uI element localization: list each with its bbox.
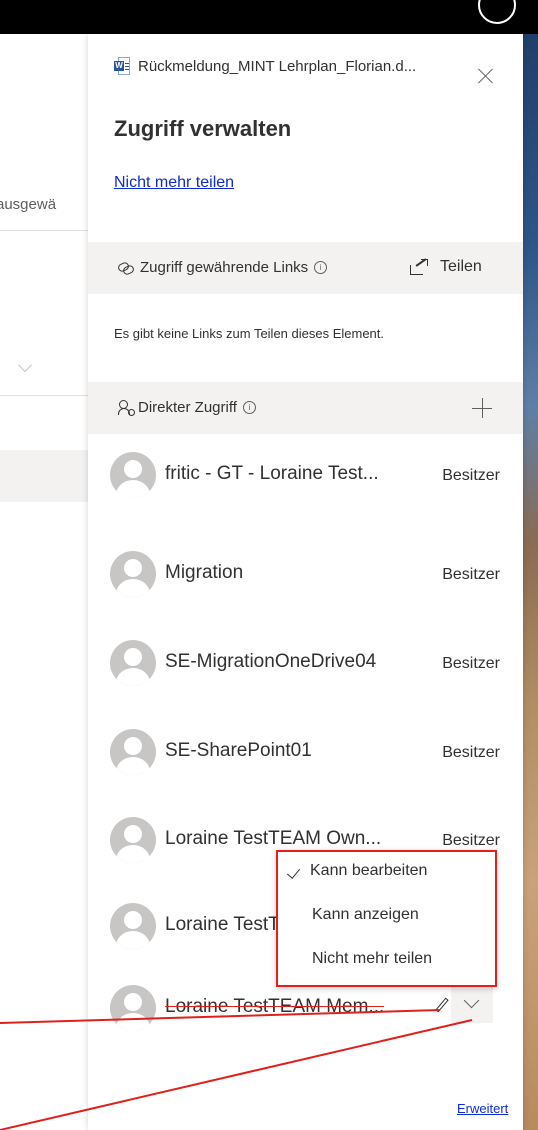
top-bar bbox=[88, 0, 523, 34]
background-divider bbox=[0, 230, 88, 231]
person-name: SE-SharePoint01 bbox=[165, 740, 312, 761]
people-icon bbox=[118, 399, 135, 416]
checkmark-icon bbox=[286, 865, 301, 879]
links-section-label: Zugriff gewährende Links bbox=[140, 259, 309, 276]
share-button[interactable]: Teilen bbox=[410, 258, 482, 276]
person-name: Migration bbox=[165, 562, 244, 583]
menu-item-label: Nicht mehr teilen bbox=[312, 950, 433, 967]
share-icon bbox=[410, 258, 428, 275]
person-row[interactable]: Migration Besitzer bbox=[88, 551, 523, 611]
menu-item-can-edit[interactable]: Kann bearbeiten bbox=[278, 852, 495, 896]
menu-item-stop-sharing[interactable]: Nicht mehr teilen bbox=[278, 940, 495, 984]
person-row[interactable]: SE-MigrationOneDrive04 Besitzer bbox=[88, 640, 523, 700]
person-name: SE-MigrationOneDrive04 bbox=[165, 651, 377, 672]
person-role[interactable]: Besitzer bbox=[442, 832, 500, 850]
permission-dropdown-chevron-down-icon[interactable] bbox=[451, 983, 493, 1023]
profile-circle-icon[interactable] bbox=[478, 0, 516, 24]
close-icon[interactable] bbox=[476, 66, 496, 86]
pencil-icon bbox=[433, 997, 449, 1015]
menu-item-label: Kann bearbeiten bbox=[310, 862, 428, 879]
direct-access-label-row: Direkter Zugriff i bbox=[118, 399, 256, 416]
links-section-label-row: Zugriff gewährende Links i bbox=[116, 259, 328, 276]
file-name: Rückmeldung_MINT Lehrplan_Florian.d... bbox=[138, 57, 417, 75]
background-image-strip bbox=[523, 0, 538, 1130]
person-row[interactable]: SE-SharePoint01 Besitzer bbox=[88, 729, 523, 789]
background-text-fragment: ausgewä bbox=[0, 196, 57, 213]
avatar-icon bbox=[110, 817, 156, 863]
menu-item-can-view[interactable]: Kann anzeigen bbox=[278, 896, 495, 940]
person-row[interactable]: fritic - GT - Loraine Test... Besitzer bbox=[88, 452, 523, 512]
background-divider bbox=[0, 395, 88, 396]
links-section-header: Zugriff gewährende Links i Teilen bbox=[88, 242, 523, 294]
no-links-message: Es gibt keine Links zum Teilen dieses El… bbox=[114, 326, 385, 341]
direct-access-label: Direkter Zugriff bbox=[138, 399, 237, 416]
info-icon[interactable]: i bbox=[242, 401, 256, 414]
person-role[interactable]: Besitzer bbox=[442, 467, 500, 485]
advanced-link[interactable]: Erweitert bbox=[457, 1101, 508, 1116]
stop-sharing-link[interactable]: Nicht mehr teilen bbox=[114, 174, 234, 192]
permission-menu: Kann bearbeiten Kann anzeigen Nicht mehr… bbox=[276, 850, 497, 987]
manage-access-panel: W Rückmeldung_MINT Lehrplan_Florian.d...… bbox=[88, 34, 523, 1130]
link-icon bbox=[116, 260, 136, 276]
background-page: ausgewä bbox=[0, 0, 88, 1130]
share-button-label: Teilen bbox=[440, 258, 482, 275]
avatar-icon bbox=[110, 903, 156, 949]
background-chevron-icon bbox=[17, 357, 33, 373]
person-role[interactable]: Besitzer bbox=[442, 655, 500, 673]
person-name: Loraine TestTEAM Mem... bbox=[165, 996, 385, 1017]
person-role[interactable]: Besitzer bbox=[442, 566, 500, 584]
avatar-icon bbox=[110, 452, 156, 498]
avatar-icon bbox=[110, 640, 156, 686]
avatar-icon bbox=[110, 985, 156, 1031]
word-doc-icon: W bbox=[114, 57, 130, 75]
person-name: fritic - GT - Loraine Test... bbox=[165, 463, 379, 484]
background-selected-row bbox=[0, 450, 88, 502]
direct-access-section-header: Direkter Zugriff i bbox=[88, 382, 523, 434]
avatar-icon bbox=[110, 729, 156, 775]
background-top-bar bbox=[0, 0, 88, 34]
file-header: W Rückmeldung_MINT Lehrplan_Florian.d... bbox=[114, 54, 416, 78]
person-name: Loraine TestTEAM Own... bbox=[165, 828, 382, 849]
menu-item-label: Kann anzeigen bbox=[312, 906, 419, 923]
person-role[interactable]: Besitzer bbox=[442, 744, 500, 762]
add-people-plus-icon[interactable] bbox=[472, 398, 492, 418]
info-icon[interactable]: i bbox=[314, 261, 328, 274]
avatar-icon bbox=[110, 551, 156, 597]
person-row[interactable]: Loraine TestTEAM Mem... bbox=[88, 983, 523, 1045]
background-top-bar bbox=[523, 0, 538, 34]
panel-title: Zugriff verwalten bbox=[114, 116, 292, 141]
